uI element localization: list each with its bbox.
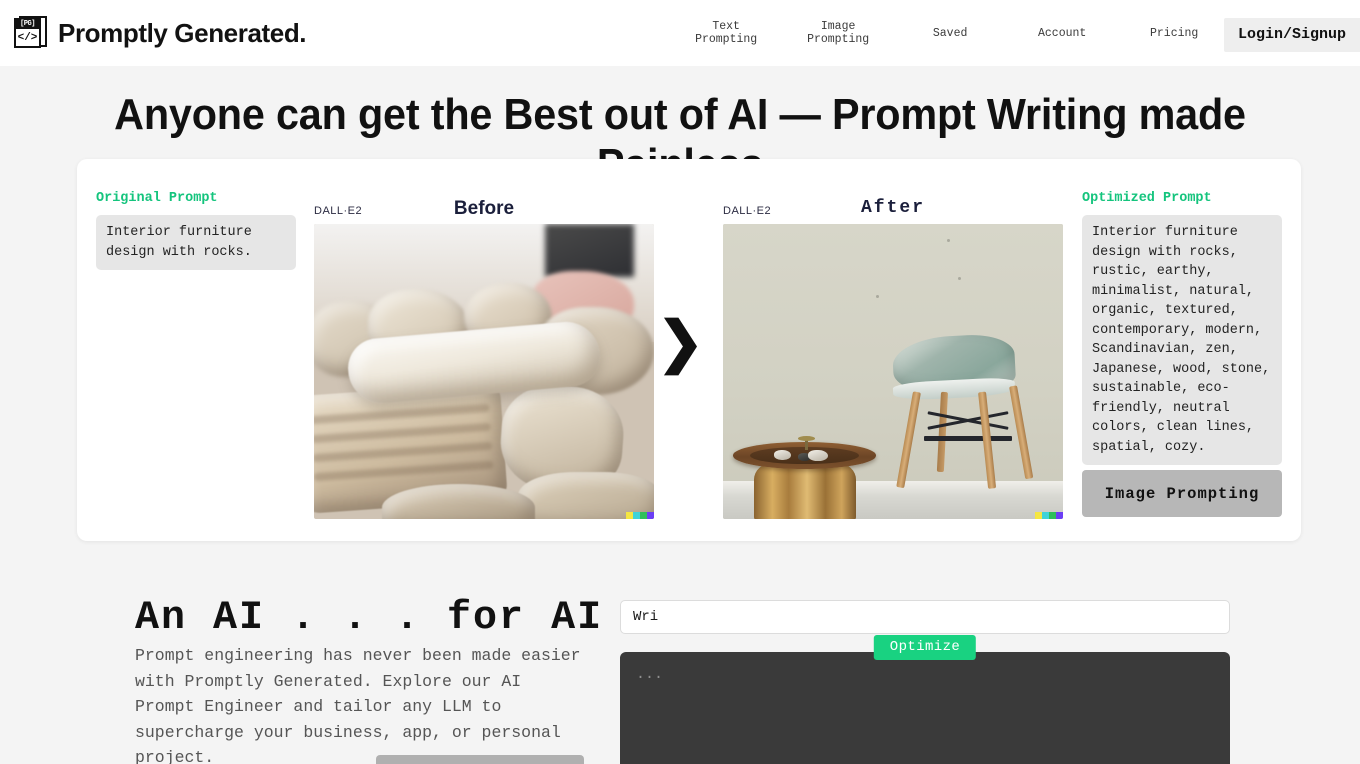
demo-panel: Optimize <box>610 590 1240 764</box>
original-prompt-label: Original Prompt <box>96 191 218 206</box>
logo-badge-text: [PG] <box>16 20 39 29</box>
brand-name: Promptly Generated. <box>58 17 307 48</box>
dalle-color-bar-after <box>1035 512 1063 519</box>
main-navigation: Text Prompting Image Prompting Saved Acc… <box>670 20 1230 46</box>
before-image-panel: DALL·E2 Before <box>314 190 654 520</box>
nav-item-saved[interactable]: Saved <box>894 27 1006 40</box>
site-header: [PG] </> Promptly Generated. Text Prompt… <box>0 0 1360 66</box>
text-prompting-cta-button[interactable] <box>376 755 584 764</box>
brand-logo[interactable]: [PG] </> Promptly Generated. <box>0 16 307 50</box>
optimized-prompt-block: Optimized Prompt Interior furniture desi… <box>1082 191 1282 465</box>
after-image-panel: DALL·E2 After <box>723 190 1063 520</box>
promptly-generated-logo-icon: [PG] </> <box>14 16 48 50</box>
nav-item-text-prompting[interactable]: Text Prompting <box>670 20 782 46</box>
original-prompt-text: Interior furniture design with rocks. <box>96 215 296 270</box>
before-label: Before <box>453 198 515 219</box>
nav-item-pricing[interactable]: Pricing <box>1118 27 1230 40</box>
after-image <box>723 224 1063 519</box>
landing-page: [PG] </> Promptly Generated. Text Prompt… <box>0 0 1360 764</box>
before-after-card: Original Prompt Interior furniture desig… <box>77 159 1301 541</box>
prompt-input[interactable] <box>620 600 1230 634</box>
after-label: After <box>860 198 925 218</box>
optimized-output-area[interactable] <box>620 652 1230 764</box>
code-brackets-icon: </> <box>17 32 38 44</box>
optimized-prompt-text: Interior furniture design with rocks, ru… <box>1082 215 1282 465</box>
login-signup-button[interactable]: Login/Signup <box>1223 18 1360 52</box>
about-title: An AI . . . for AI <box>135 596 604 641</box>
optimize-button[interactable]: Optimize <box>873 635 977 660</box>
about-body: Prompt engineering has never been made e… <box>135 646 581 764</box>
chevron-right-icon: ❯ <box>657 310 704 373</box>
nav-item-image-prompting[interactable]: Image Prompting <box>782 20 894 46</box>
original-prompt-block: Original Prompt Interior furniture desig… <box>96 191 296 270</box>
nav-item-account[interactable]: Account <box>1006 27 1118 40</box>
dalle-color-bar-before <box>626 512 654 519</box>
optimized-prompt-label: Optimized Prompt <box>1082 191 1212 206</box>
before-image <box>314 224 654 519</box>
image-prompting-button[interactable]: Image Prompting <box>1082 470 1282 517</box>
